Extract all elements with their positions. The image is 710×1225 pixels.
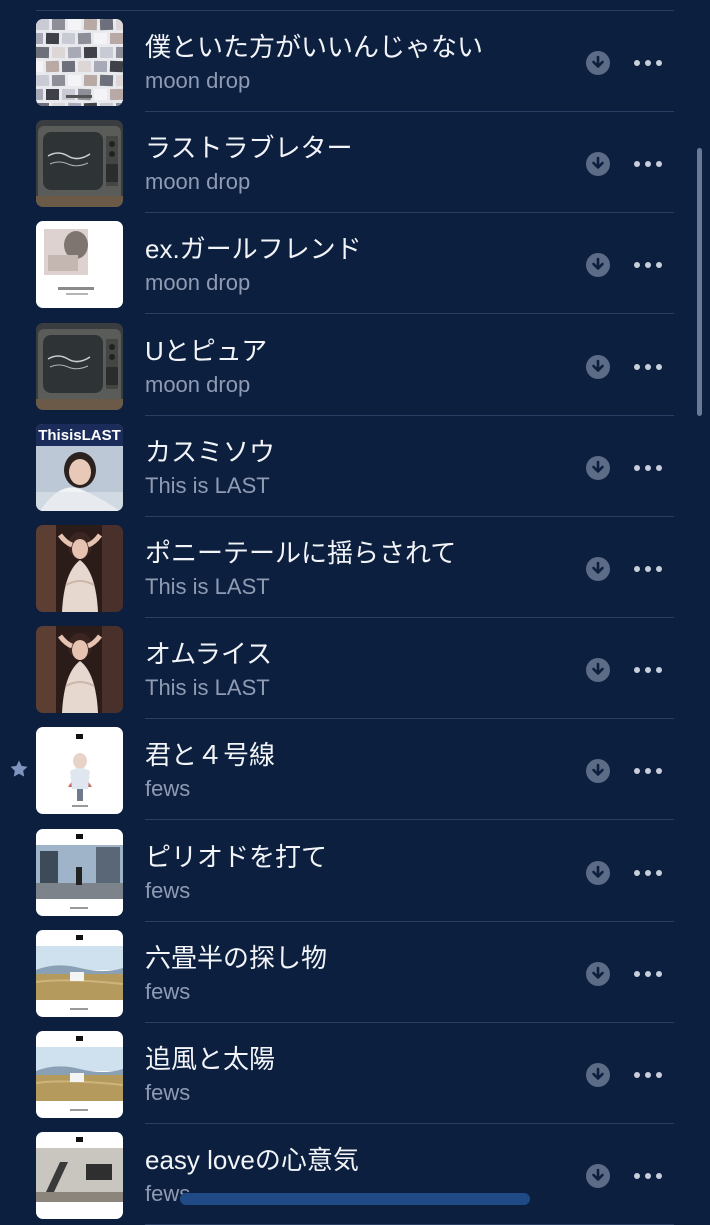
more-icon[interactable] (630, 1061, 666, 1089)
album-art[interactable] (36, 828, 123, 916)
album-art[interactable] (36, 120, 123, 208)
song-list: 僕といた方がいいんじゃない moon drop ラストラブレター moon drop e… (0, 0, 710, 1225)
download-icon[interactable] (586, 51, 610, 75)
download-icon[interactable] (586, 557, 610, 581)
song-title: カスミソウ (145, 436, 276, 467)
download-icon[interactable] (586, 354, 610, 379)
song-row[interactable]: 六畳半の探し物 fews (0, 922, 710, 1023)
download-icon[interactable] (586, 759, 610, 784)
song-title: 六畳半の探し物 (145, 942, 328, 973)
song-title: ピリオドを打て (145, 841, 328, 872)
more-icon[interactable] (630, 555, 666, 583)
album-wordmark: ThisisLAST (38, 427, 121, 444)
song-artist: fews (145, 978, 191, 1004)
song-title: ラストラブレター (145, 133, 353, 164)
more-icon[interactable] (630, 251, 666, 279)
song-artist: fews (145, 776, 191, 802)
song-artist: moon drop (145, 371, 251, 397)
song-row[interactable]: 僕といた方がいいんじゃない moon drop (0, 11, 710, 112)
song-row[interactable]: Uとピュア moon drop (0, 315, 710, 416)
song-artist: moon drop (145, 169, 251, 195)
album-art[interactable] (36, 1031, 123, 1118)
song-title: ポニーテールに揺らされて (145, 538, 457, 568)
song-artist: fews (145, 877, 191, 903)
scrollbar[interactable] (697, 148, 702, 416)
album-art[interactable] (36, 525, 123, 612)
song-artist: This is LAST (145, 472, 270, 498)
download-icon[interactable] (586, 860, 610, 885)
song-artist: fews (145, 1080, 191, 1105)
song-row[interactable]: ポニーテールに揺らされて This is LAST (0, 517, 710, 618)
download-icon[interactable] (586, 961, 610, 986)
download-icon[interactable] (586, 455, 610, 480)
song-row[interactable]: ラストラブレター moon drop (0, 112, 710, 214)
song-row[interactable]: 追風と太陽 fews (0, 1023, 710, 1124)
download-icon[interactable] (586, 658, 610, 683)
song-row[interactable]: easy loveの心意気 fews (0, 1124, 710, 1225)
more-icon[interactable] (630, 859, 666, 887)
song-artist: This is LAST (145, 675, 270, 701)
song-row[interactable]: ex.ガールフレンド moon drop (0, 213, 710, 315)
album-art[interactable] (36, 19, 123, 106)
song-row[interactable]: ThisisLAST カスミソウ This is LAST (0, 416, 710, 517)
song-row[interactable]: オムライス This is LAST (0, 618, 710, 720)
more-icon[interactable] (630, 960, 666, 988)
album-art[interactable] (36, 221, 123, 309)
song-title: 僕といた方がいいんじゃない (145, 32, 484, 62)
download-icon[interactable] (586, 1164, 610, 1189)
song-artist: This is LAST (145, 574, 270, 599)
download-icon[interactable] (586, 152, 610, 177)
star-icon (9, 759, 29, 779)
song-title: Uとピュア (145, 335, 268, 366)
album-art[interactable] (36, 626, 123, 714)
more-icon[interactable] (630, 757, 666, 785)
album-art[interactable] (36, 929, 123, 1017)
more-icon[interactable] (630, 656, 666, 684)
more-icon[interactable] (630, 49, 666, 77)
download-icon[interactable] (586, 1063, 610, 1087)
more-icon[interactable] (630, 454, 666, 482)
more-icon[interactable] (630, 1162, 666, 1190)
album-art[interactable]: ThisisLAST (36, 423, 123, 511)
song-title: オムライス (145, 639, 273, 670)
album-art[interactable] (36, 727, 123, 815)
song-title: 君と４号線 (145, 740, 276, 771)
more-icon[interactable] (630, 150, 666, 178)
download-icon[interactable] (586, 253, 610, 278)
song-title: 追風と太陽 (145, 1044, 276, 1074)
song-artist: moon drop (145, 270, 251, 296)
album-art[interactable] (36, 322, 123, 410)
album-art[interactable] (36, 1132, 123, 1220)
song-artist: moon drop (145, 68, 251, 93)
song-row[interactable]: ピリオドを打て fews (0, 821, 710, 922)
more-icon[interactable] (630, 353, 666, 381)
song-title: easy loveの心意気 (145, 1145, 359, 1176)
song-title: ex.ガールフレンド (145, 234, 362, 265)
mini-player-edge (180, 1193, 530, 1205)
song-row[interactable]: 君と４号線 fews (0, 719, 710, 821)
